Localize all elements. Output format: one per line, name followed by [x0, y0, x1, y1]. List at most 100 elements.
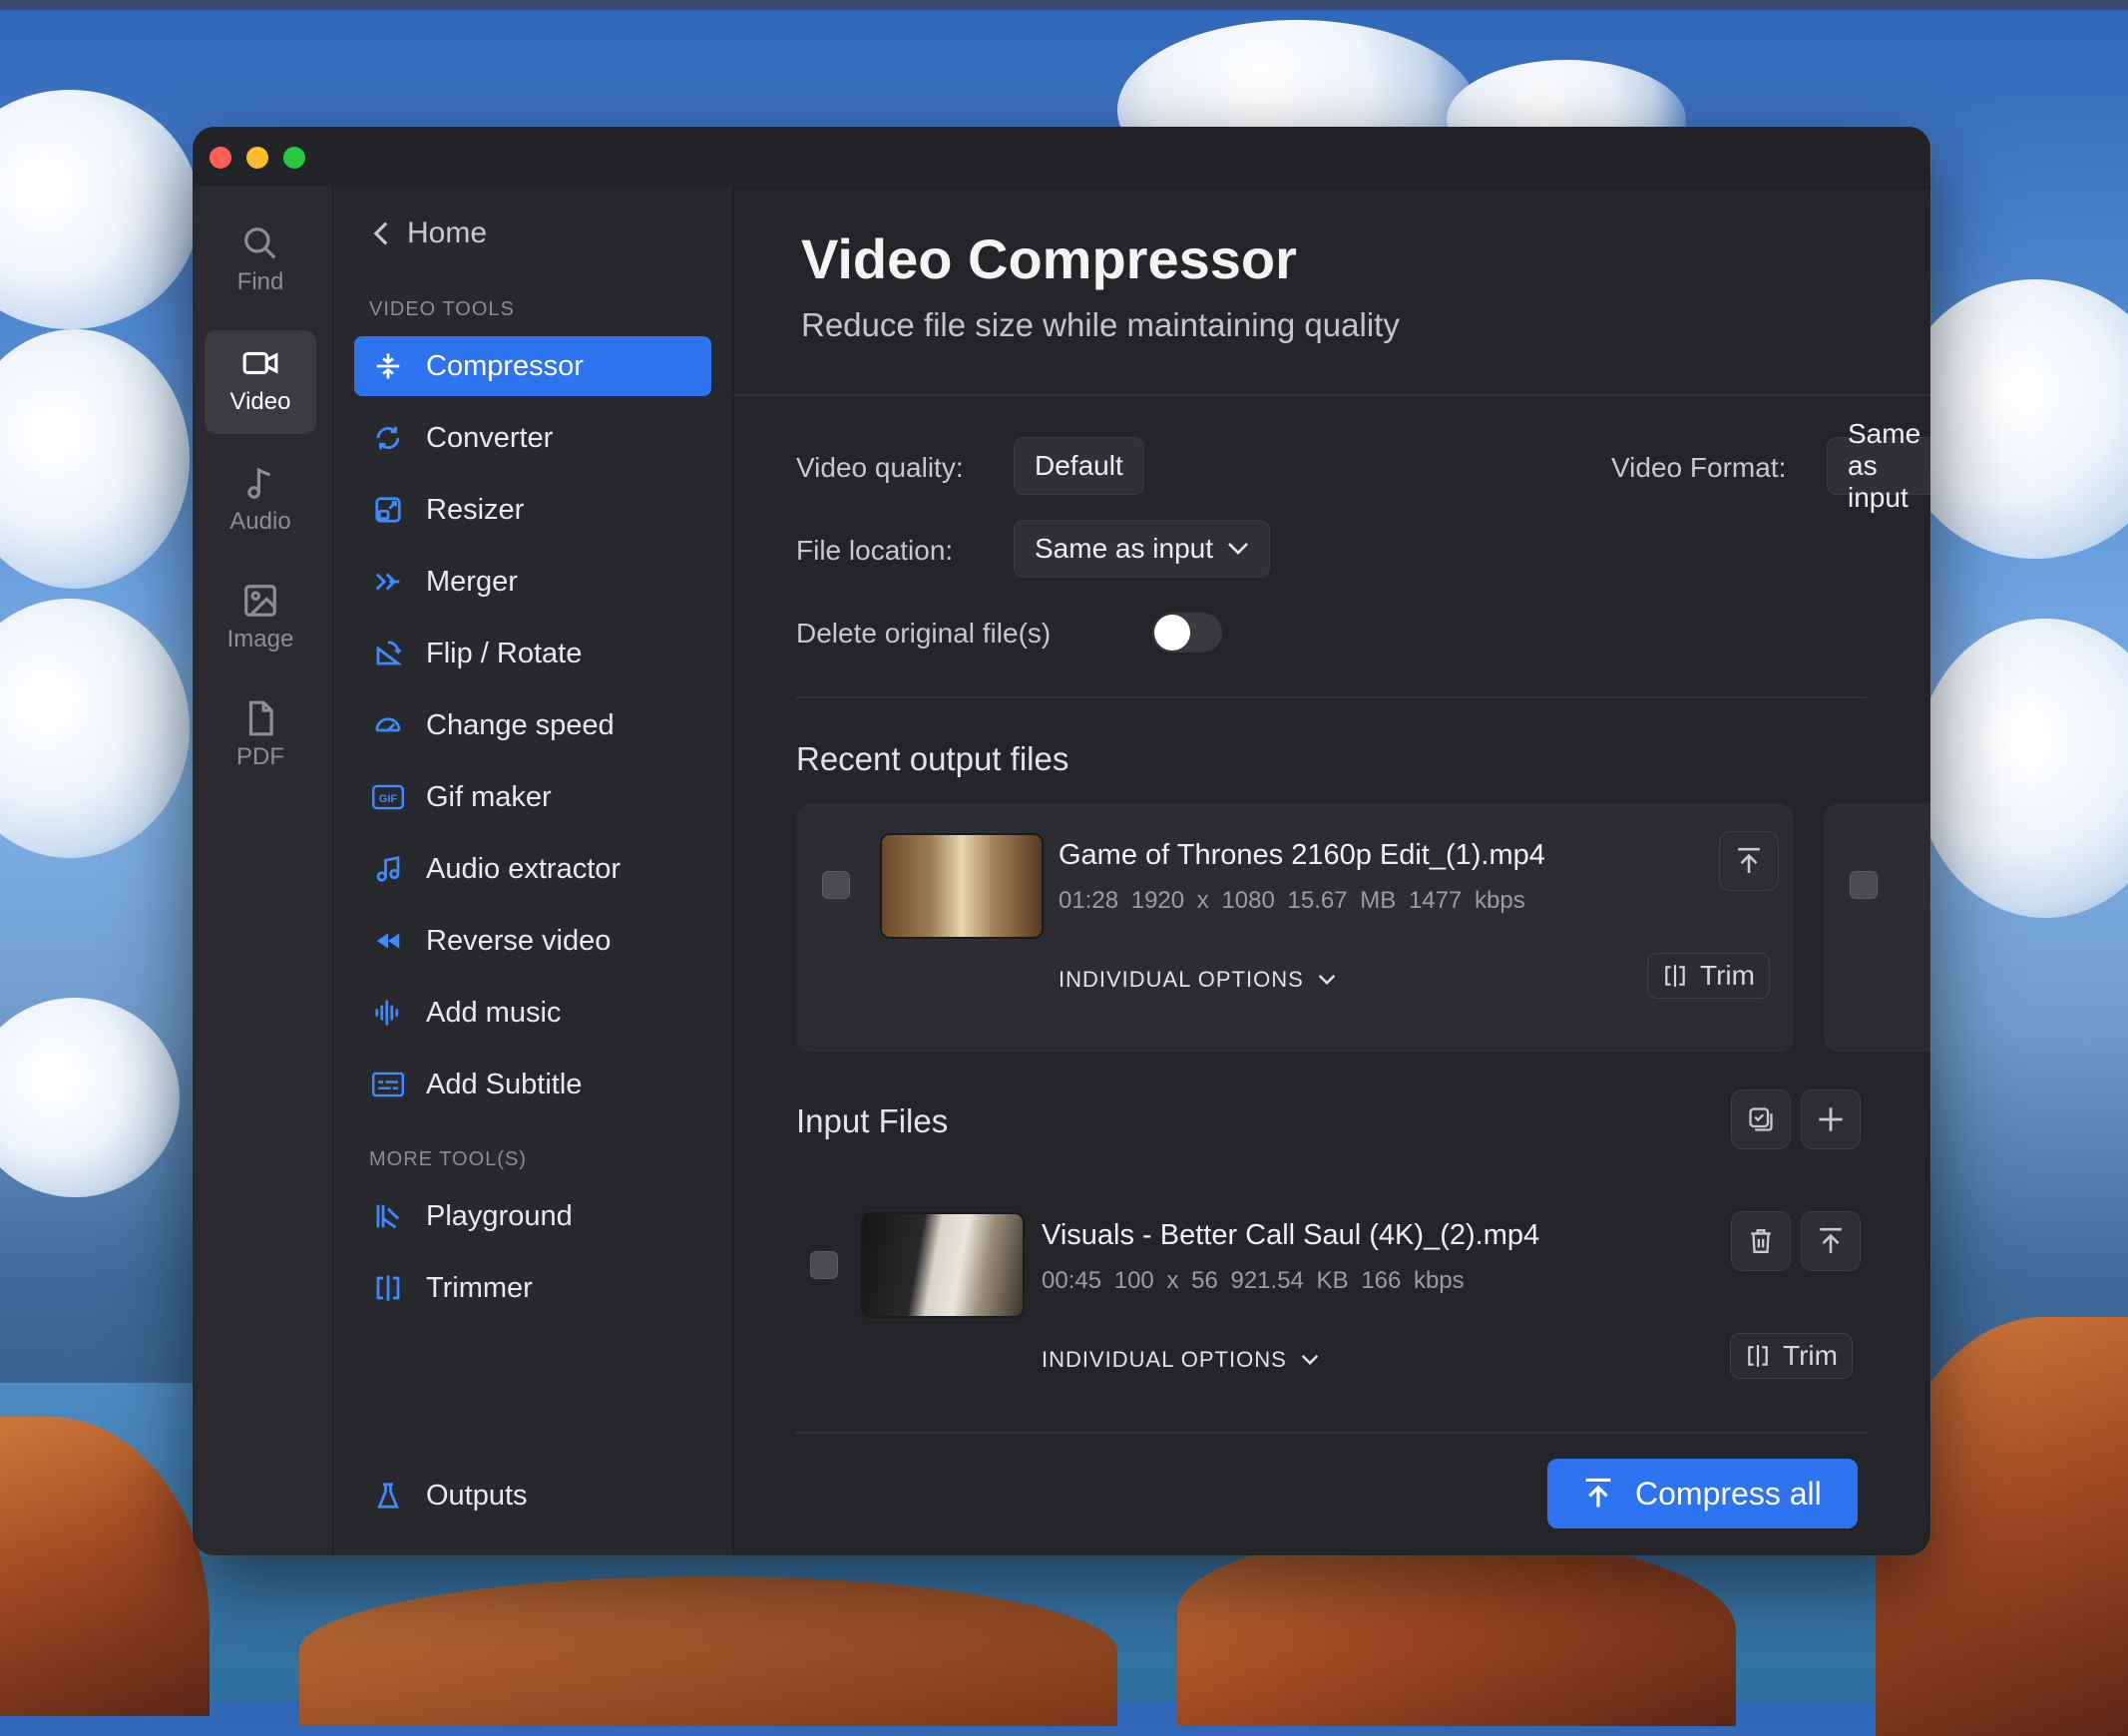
rail-item-audio[interactable]: Audio	[205, 450, 316, 554]
delete-original-label: Delete original file(s)	[796, 618, 1052, 649]
upload-arrow-icon	[1585, 1478, 1611, 1508]
tool-label: Reverse video	[426, 924, 612, 957]
individual-options-toggle[interactable]: INDIVIDUAL OPTIONS	[1042, 1347, 1319, 1373]
export-file-button[interactable]	[1719, 831, 1779, 891]
music-note-icon	[247, 467, 271, 499]
rail-item-find[interactable]: Find	[205, 211, 316, 314]
input-files-heading: Input Files	[796, 1102, 949, 1139]
playground-icon	[368, 1196, 408, 1236]
trim-button[interactable]: Trim	[1647, 953, 1770, 999]
home-back-link[interactable]: Home	[371, 217, 487, 250]
recent-file-card: Game of Thrones 2160p Edit_(1).mp4 01:28…	[796, 803, 1794, 1053]
add-file-button[interactable]	[1801, 1089, 1861, 1149]
footer-divider	[796, 1432, 1867, 1434]
minimize-window-button[interactable]	[246, 147, 268, 169]
tool-add-subtitle[interactable]: Add Subtitle	[354, 1055, 711, 1114]
rewind-icon	[368, 921, 408, 961]
tool-resizer[interactable]: Resizer	[354, 480, 711, 540]
select-all-icon	[1749, 1107, 1773, 1131]
video-thumbnail	[861, 1212, 1025, 1318]
delete-file-button[interactable]	[1731, 1211, 1791, 1271]
tool-label: Change speed	[426, 708, 615, 741]
file-location-select[interactable]: Same as input	[1014, 520, 1270, 578]
tool-trimmer[interactable]: Trimmer	[354, 1258, 711, 1318]
image-icon	[244, 585, 276, 617]
main-panel: Video Compressor Reduce file size while …	[733, 187, 1930, 1555]
video-tools-heading: VIDEO TOOLS	[369, 298, 515, 320]
file-size: 15.67 MB	[1287, 887, 1397, 914]
close-window-button[interactable]	[210, 147, 231, 169]
delete-original-toggle[interactable]	[1152, 613, 1222, 652]
recent-output-heading: Recent output files	[796, 740, 1069, 777]
compress-all-label: Compress all	[1635, 1475, 1822, 1512]
file-size: 921.54 KB	[1230, 1267, 1349, 1294]
video-format-label: Video Format:	[1611, 452, 1787, 483]
nav-rail: Find Video Audio Image PDF	[193, 187, 333, 1555]
upload-arrow-icon	[1738, 847, 1760, 873]
outputs-label: Outputs	[426, 1479, 528, 1512]
video-thumbnail	[880, 833, 1044, 939]
video-quality-value: Default	[1035, 450, 1123, 481]
tool-converter[interactable]: Converter	[354, 408, 711, 468]
cloud	[0, 599, 190, 858]
recent-file-checkbox[interactable]	[1850, 871, 1878, 899]
select-all-button[interactable]	[1731, 1089, 1791, 1149]
file-resolution: 1920 x 1080	[1130, 887, 1275, 914]
tool-reverse-video[interactable]: Reverse video	[354, 911, 711, 971]
speedometer-icon	[368, 705, 408, 745]
cloud	[1915, 619, 2128, 918]
music-note-icon	[368, 849, 408, 889]
outputs-link[interactable]: Outputs	[354, 1466, 711, 1525]
file-duration: 00:45	[1042, 1267, 1102, 1294]
rail-label: Audio	[229, 508, 291, 535]
waveform-icon	[368, 993, 408, 1033]
trim-icon	[368, 1268, 408, 1308]
tool-merger[interactable]: Merger	[354, 552, 711, 612]
compress-icon	[368, 346, 408, 386]
rotate-icon	[368, 634, 408, 673]
rail-label: PDF	[236, 743, 284, 770]
menu-bar	[0, 0, 2128, 10]
tool-flip-rotate[interactable]: Flip / Rotate	[354, 624, 711, 683]
cloud	[0, 329, 190, 589]
file-resolution: 100 x 56	[1113, 1267, 1218, 1294]
more-tools-heading: MORE TOOL(S)	[369, 1148, 527, 1170]
tool-gif-maker[interactable]: GIF Gif maker	[354, 767, 711, 827]
cloud	[0, 90, 200, 329]
rail-item-pdf[interactable]: PDF	[205, 685, 316, 789]
video-quality-select[interactable]: Default	[1014, 437, 1144, 495]
rail-item-video[interactable]: Video	[205, 330, 316, 434]
recent-file-meta: 01:28 1920 x 1080 15.67 MB 1477 kbps	[1059, 887, 1525, 915]
input-file-checkbox[interactable]	[810, 1251, 838, 1279]
app-window: Find Video Audio Image PDF Home VIDEO TO…	[193, 127, 1930, 1555]
file-bitrate: 1477 kbps	[1408, 887, 1525, 914]
recent-file-checkbox[interactable]	[822, 871, 850, 899]
video-format-select[interactable]: Same as input	[1827, 418, 1930, 513]
tool-change-speed[interactable]: Change speed	[354, 695, 711, 755]
zoom-window-button[interactable]	[283, 147, 305, 169]
tool-label: Trimmer	[426, 1271, 533, 1304]
recent-file-card-partial	[1824, 803, 1930, 1053]
input-file-name: Visuals - Better Call Saul (4K)_(2).mp4	[1042, 1219, 1540, 1251]
tool-label: Compressor	[426, 349, 584, 382]
chevron-down-icon	[1228, 543, 1248, 555]
tool-add-music[interactable]: Add music	[354, 983, 711, 1043]
tool-compressor[interactable]: Compressor	[354, 336, 711, 396]
compress-all-button[interactable]: Compress all	[1547, 1459, 1858, 1528]
export-file-button[interactable]	[1801, 1211, 1861, 1271]
tool-playground[interactable]: Playground	[354, 1186, 711, 1246]
page-title: Video Compressor	[801, 227, 1297, 290]
subtitles-icon	[368, 1065, 408, 1104]
trim-label: Trim	[1700, 960, 1755, 991]
video-camera-icon	[242, 351, 278, 375]
trim-button[interactable]: Trim	[1730, 1333, 1853, 1379]
svg-text:GIF: GIF	[379, 793, 398, 805]
rail-item-image[interactable]: Image	[205, 568, 316, 671]
merge-arrows-icon	[368, 562, 408, 602]
file-bitrate: 166 kbps	[1361, 1267, 1465, 1294]
chevron-down-icon	[1301, 1355, 1319, 1366]
magnifier-icon	[244, 227, 276, 259]
individual-options-toggle[interactable]: INDIVIDUAL OPTIONS	[1059, 967, 1336, 993]
tool-audio-extractor[interactable]: Audio extractor	[354, 839, 711, 899]
refresh-icon	[368, 418, 408, 458]
